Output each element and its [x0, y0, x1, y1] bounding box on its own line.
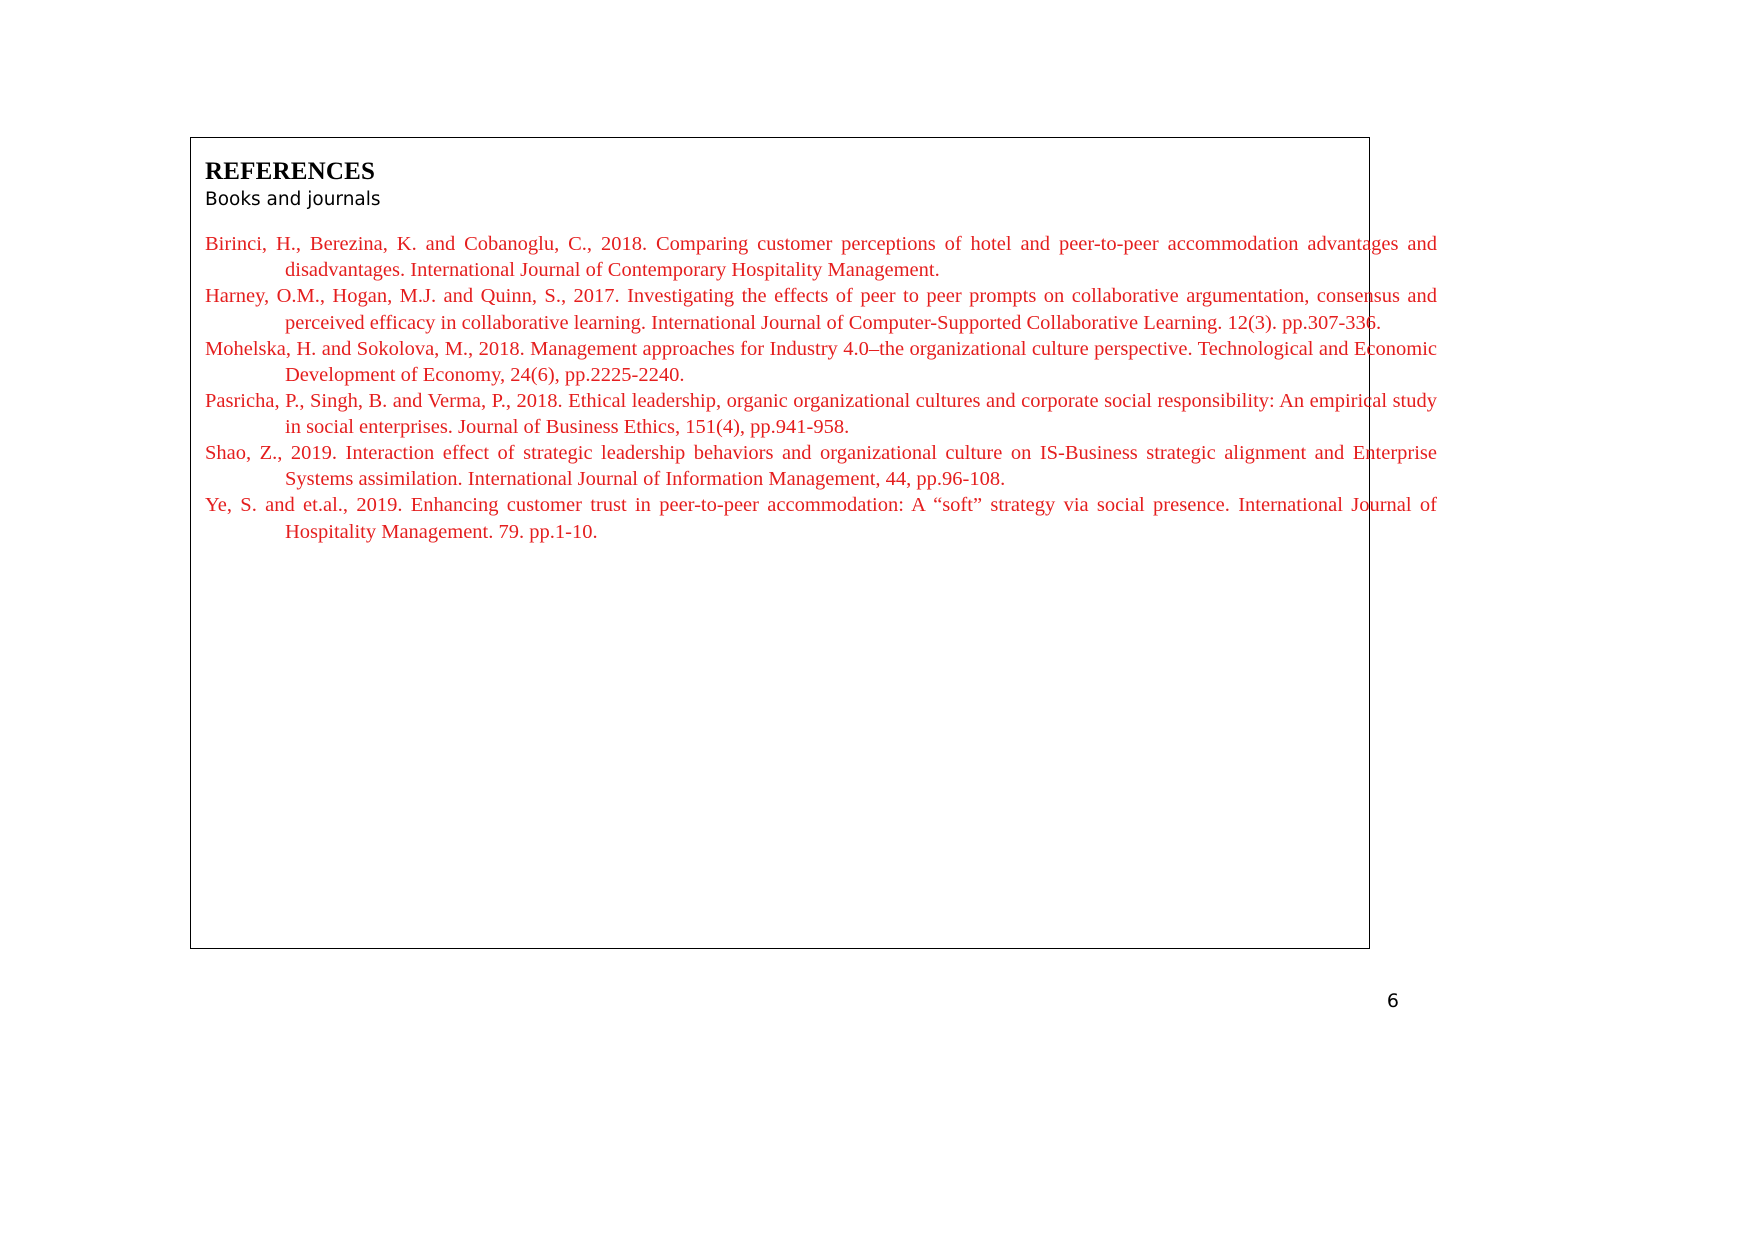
reference-entry: Shao, Z., 2019. Interaction effect of st…: [205, 442, 1437, 491]
section-subtitle: Books and journals: [205, 189, 381, 210]
reference-entry: Mohelska, H. and Sokolova, M., 2018. Man…: [205, 337, 1437, 386]
heading-block: REFERENCES Books and journals: [205, 158, 1357, 211]
reference-entry: Pasricha, P., Singh, B. and Verma, P., 2…: [205, 389, 1437, 439]
page-title: REFERENCES: [205, 158, 376, 185]
reference-entry: Harney, O.M., Hogan, M.J. and Quinn, S.,…: [205, 285, 1437, 334]
reference-entry: Birinci, H., Berezina, K. and Cobanoglu,…: [205, 233, 1437, 282]
reference-entry: Ye, S. and et.al., 2019. Enhancing custo…: [205, 494, 1437, 543]
page-number: 6: [1386, 990, 1399, 1012]
references-content-frame: REFERENCES Books and journals Birinci, H…: [190, 137, 1437, 949]
document-page: REFERENCES Books and journals Birinci, H…: [0, 0, 1754, 1241]
reference-list: Birinci, H., Berezina, K. and Cobanoglu,…: [205, 231, 1437, 545]
